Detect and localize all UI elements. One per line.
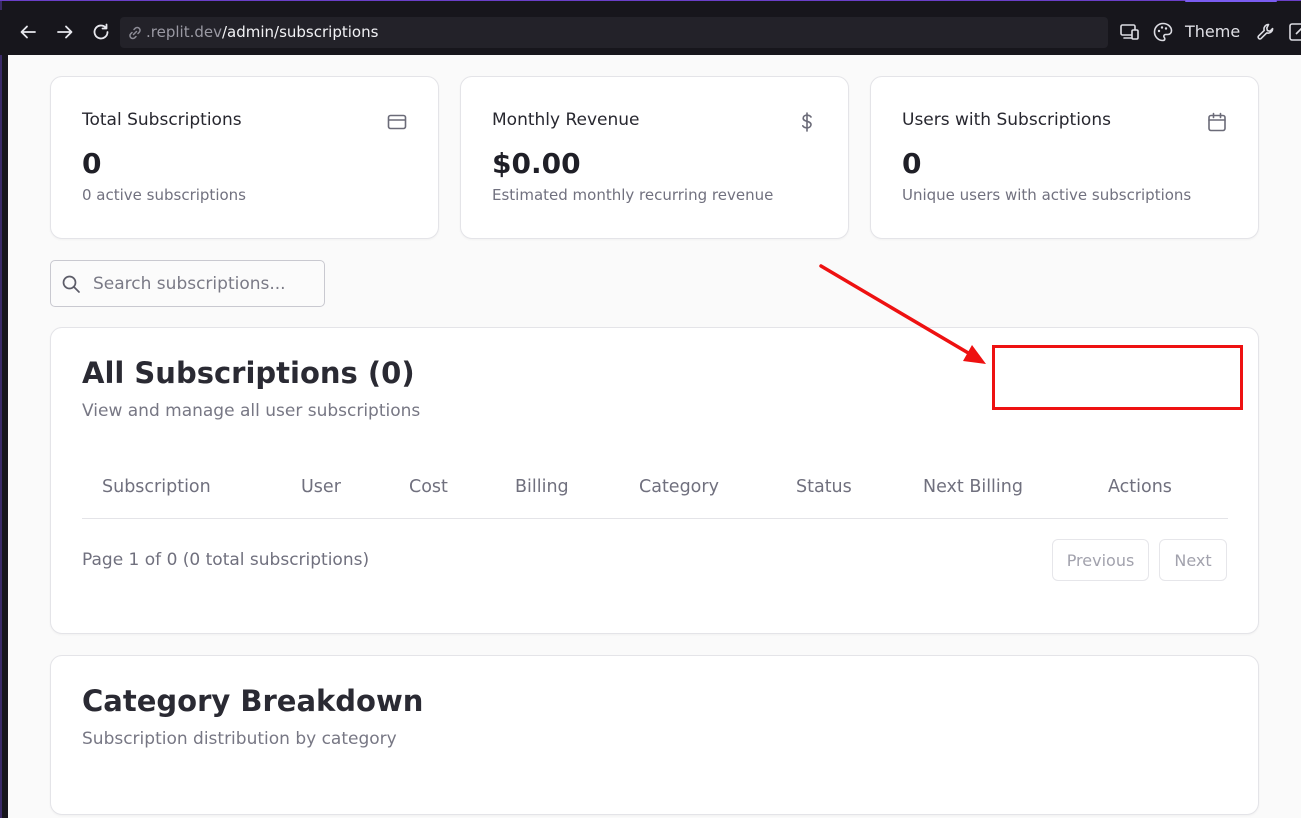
url-path: /admin/subscriptions — [221, 23, 379, 41]
column-header-subscription[interactable]: Subscription — [102, 477, 211, 497]
page-viewport: Total Subscriptions 0 0 active subscript… — [8, 55, 1301, 818]
stat-description: Estimated monthly recurring revenue — [492, 186, 774, 204]
column-header-category[interactable]: Category — [639, 477, 719, 497]
reload-icon[interactable] — [88, 19, 114, 45]
column-header-billing[interactable]: Billing — [515, 477, 569, 497]
column-header-next-billing[interactable]: Next Billing — [923, 477, 1023, 497]
stat-value: 0 — [902, 147, 922, 180]
column-header-actions: Actions — [1108, 477, 1172, 497]
subscriptions-title: All Subscriptions (0) — [82, 356, 415, 390]
previous-button[interactable]: Previous — [1052, 539, 1149, 581]
back-arrow-icon[interactable] — [15, 19, 41, 45]
url-host: .replit.dev — [146, 23, 222, 41]
browser-toolbar: .replit.dev/admin/subscriptions Theme — [0, 10, 1301, 55]
stat-value: $0.00 — [492, 147, 581, 180]
url-text: .replit.dev/admin/subscriptions — [146, 23, 378, 42]
column-header-status[interactable]: Status — [796, 477, 852, 497]
window-border — [0, 0, 2, 818]
category-subtitle: Subscription distribution by category — [82, 729, 397, 749]
wrench-icon[interactable] — [1255, 21, 1277, 43]
link-icon — [126, 24, 144, 42]
stat-title: Monthly Revenue — [492, 110, 640, 130]
tab-accent — [1185, 0, 1277, 2]
window-top-border — [0, 0, 1301, 10]
category-title: Category Breakdown — [82, 684, 424, 718]
column-header-cost[interactable]: Cost — [409, 477, 448, 497]
stat-description: 0 active subscriptions — [82, 186, 246, 204]
stat-card-monthly-revenue: Monthly Revenue $0.00 Estimated monthly … — [460, 76, 849, 239]
subscriptions-subtitle: View and manage all user subscriptions — [82, 401, 421, 421]
column-header-user[interactable]: User — [301, 477, 341, 497]
annotation-highlight-box — [992, 345, 1243, 410]
next-button[interactable]: Next — [1159, 539, 1227, 581]
stat-description: Unique users with active subscriptions — [902, 186, 1192, 204]
stat-card-users-with-subscriptions: Users with Subscriptions 0 Unique users … — [870, 76, 1259, 239]
stat-title: Users with Subscriptions — [902, 110, 1111, 130]
calendar-icon — [1206, 111, 1228, 133]
browser-window: .replit.dev/admin/subscriptions Theme To… — [0, 0, 1301, 818]
stat-value: 0 — [82, 147, 102, 180]
category-breakdown-card: Category Breakdown Subscription distribu… — [50, 655, 1259, 815]
dollar-icon — [796, 111, 818, 133]
search-input[interactable] — [91, 269, 320, 299]
forward-arrow-icon[interactable] — [52, 19, 78, 45]
table-divider — [82, 518, 1228, 519]
address-bar[interactable]: .replit.dev/admin/subscriptions — [120, 17, 1108, 48]
credit-card-icon — [386, 111, 408, 133]
stat-card-total-subscriptions: Total Subscriptions 0 0 active subscript… — [50, 76, 439, 239]
stat-title: Total Subscriptions — [82, 110, 242, 130]
external-icon[interactable] — [1287, 21, 1301, 43]
search-icon — [61, 274, 81, 294]
theme-button[interactable]: Theme — [1185, 22, 1240, 41]
pagination-info: Page 1 of 0 (0 total subscriptions) — [82, 550, 370, 570]
devices-icon[interactable] — [1119, 21, 1141, 43]
palette-icon[interactable] — [1152, 21, 1174, 43]
search-box — [50, 260, 325, 307]
